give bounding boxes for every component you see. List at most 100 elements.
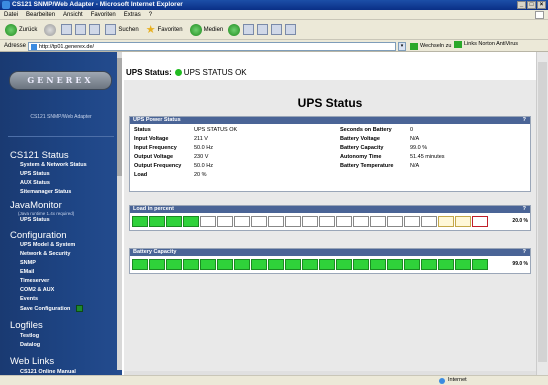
bar-segment bbox=[353, 216, 369, 227]
sidebar-divider bbox=[8, 136, 114, 137]
sidebar-item-sitemanager-status[interactable]: Sitemanager Status bbox=[20, 189, 71, 195]
battery-header: Battery Capacity ? bbox=[130, 249, 530, 256]
bar-segment bbox=[166, 216, 182, 227]
bar-segment bbox=[370, 216, 386, 227]
menu-help[interactable]: ? bbox=[149, 10, 152, 19]
menu-extras[interactable]: Extras bbox=[124, 10, 141, 19]
sidebar-item-save-configuration[interactable]: Save Configuration bbox=[20, 305, 84, 312]
sidebar-item-ups-model-system[interactable]: UPS Model & System bbox=[20, 242, 75, 248]
bar-segment bbox=[149, 216, 165, 227]
sidebar-item-com2-aux[interactable]: COM2 & AUX bbox=[20, 287, 54, 293]
bar-segment bbox=[234, 259, 250, 270]
search-label: Suchen bbox=[118, 26, 139, 33]
close-button[interactable]: × bbox=[537, 1, 546, 9]
battery-help-icon[interactable]: ? bbox=[523, 249, 526, 256]
menu-bar: Datei Bearbeiten Ansicht Favoriten Extra… bbox=[0, 10, 548, 20]
edit-icon[interactable] bbox=[271, 24, 283, 35]
sidebar-item-testlog[interactable]: Testlog bbox=[20, 333, 39, 339]
bar-segment bbox=[404, 259, 420, 270]
page-scrollbar[interactable] bbox=[536, 52, 548, 375]
save-icon[interactable] bbox=[76, 305, 84, 312]
bar-segment bbox=[217, 216, 233, 227]
menu-bearbeiten[interactable]: Bearbeiten bbox=[26, 10, 55, 19]
battery-bar bbox=[132, 259, 488, 270]
page-title: UPS Status bbox=[297, 96, 363, 110]
address-label: Adresse bbox=[4, 43, 27, 49]
row-label: Battery Capacity bbox=[340, 145, 384, 151]
row-label: Output Voltage bbox=[134, 154, 174, 160]
bar-segment bbox=[387, 216, 403, 227]
sidebar-item-aux-status[interactable]: AUX Status bbox=[20, 180, 50, 186]
battery-title: Battery Capacity bbox=[133, 249, 177, 255]
favorites-label: Favoriten bbox=[157, 26, 183, 33]
sidebar-item-timeserver[interactable]: Timeserver bbox=[20, 278, 49, 284]
bar-segment bbox=[455, 259, 471, 270]
bar-segment bbox=[472, 216, 488, 227]
internet-zone: Internet bbox=[438, 376, 467, 385]
generex-logo: GENEREX bbox=[9, 71, 112, 90]
sidebar-item-snmp[interactable]: SNMP bbox=[20, 260, 36, 266]
sidebar-nav: GENEREX CS121 SNMP/Web Adapter CS121 Sta… bbox=[0, 52, 122, 375]
folder-icon[interactable] bbox=[285, 24, 297, 35]
forward-button[interactable] bbox=[42, 23, 58, 37]
sidebar-item-email[interactable]: EMail bbox=[20, 269, 34, 275]
sidebar-heading-configuration: Configuration bbox=[10, 230, 67, 241]
sidebar-scroll-thumb[interactable] bbox=[117, 58, 122, 176]
bar-segment bbox=[319, 216, 335, 227]
menu-datei[interactable]: Datei bbox=[4, 10, 18, 19]
sidebar-item-events[interactable]: Events bbox=[20, 296, 38, 302]
sidebar-item-network-security[interactable]: Network & Security bbox=[20, 251, 70, 257]
stop-icon[interactable] bbox=[61, 24, 73, 35]
bar-segment bbox=[268, 216, 284, 227]
row-value: UPS STATUS OK bbox=[194, 127, 238, 133]
favorites-button[interactable]: ★ Favoriten bbox=[144, 23, 185, 37]
menu-favoriten[interactable]: Favoriten bbox=[91, 10, 116, 19]
power-help-icon[interactable]: ? bbox=[523, 117, 526, 124]
address-dropdown-icon[interactable]: ▾ bbox=[398, 42, 406, 51]
load-header: Load in percent ? bbox=[130, 206, 530, 213]
power-status-title: UPS Power Status bbox=[133, 117, 181, 123]
row-value: 51.45 minutes bbox=[410, 154, 445, 160]
row-value: 230 V bbox=[194, 154, 209, 160]
bar-segment bbox=[353, 259, 369, 270]
mail-icon[interactable] bbox=[243, 24, 255, 35]
forward-arrow-icon bbox=[44, 23, 57, 36]
bar-segment bbox=[285, 216, 301, 227]
windows-logo-icon bbox=[535, 11, 544, 19]
row-label: Input Voltage bbox=[134, 136, 169, 142]
search-button[interactable]: Suchen bbox=[103, 23, 140, 37]
toolbar: Zurück Suchen ★ Favoriten Medien bbox=[0, 20, 548, 40]
sidebar-item-java-ups-status[interactable]: UPS Status bbox=[20, 217, 50, 223]
row-label: Input Frequency bbox=[134, 145, 177, 151]
address-input[interactable]: http://tp01.generex.de/ bbox=[28, 42, 396, 51]
maximize-button[interactable]: □ bbox=[527, 1, 536, 9]
sidebar-heading-status: CS121 Status bbox=[10, 150, 69, 161]
ups-status-label: UPS Status: bbox=[126, 68, 172, 77]
sidebar-item-datalog[interactable]: Datalog bbox=[20, 342, 40, 348]
row-value: N/A bbox=[410, 136, 420, 142]
bar-segment bbox=[421, 216, 437, 227]
history-icon[interactable] bbox=[228, 23, 241, 36]
minimize-button[interactable]: _ bbox=[517, 1, 526, 9]
ups-status-value: UPS STATUS OK bbox=[183, 68, 247, 77]
sidebar-item-ups-status[interactable]: UPS Status bbox=[20, 171, 50, 177]
sidebar-scrollbar[interactable] bbox=[117, 52, 122, 370]
row-label: Status bbox=[134, 127, 151, 133]
row-label: Autonomy Time bbox=[340, 154, 382, 160]
home-icon[interactable] bbox=[89, 24, 101, 35]
page-scroll-thumb[interactable] bbox=[538, 62, 547, 362]
print-icon[interactable] bbox=[257, 24, 269, 35]
back-button[interactable]: Zurück bbox=[3, 23, 39, 37]
battery-percent: 99.0 % bbox=[512, 261, 528, 267]
bar-segment bbox=[183, 259, 199, 270]
load-title: Load in percent bbox=[133, 206, 174, 212]
links-bar[interactable]: Links Norton AntiVirus bbox=[454, 40, 518, 49]
sidebar-item-system-network-status[interactable]: System & Network Status bbox=[20, 162, 87, 168]
menu-ansicht[interactable]: Ansicht bbox=[63, 10, 83, 19]
status-bar: Internet bbox=[0, 375, 548, 385]
load-help-icon[interactable]: ? bbox=[523, 206, 526, 213]
refresh-icon[interactable] bbox=[75, 24, 87, 35]
media-button[interactable]: Medien bbox=[188, 23, 226, 37]
go-button[interactable]: Wechseln zu bbox=[410, 42, 451, 51]
window-buttons: _ □ × bbox=[517, 1, 546, 9]
